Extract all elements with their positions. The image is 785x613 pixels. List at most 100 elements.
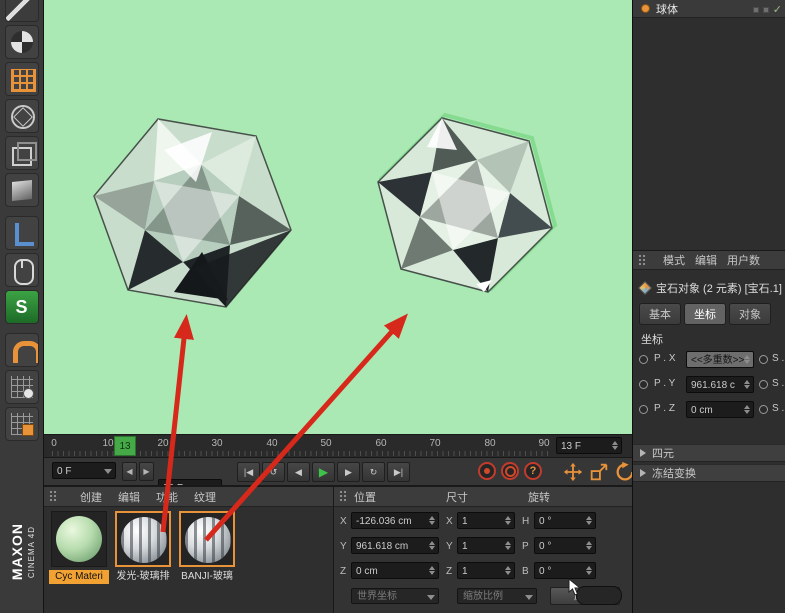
end-frame-field[interactable]: 90 F bbox=[158, 479, 222, 485]
timeline-ruler[interactable]: 0 10 20 30 40 50 60 70 80 90 13 13 F bbox=[44, 434, 632, 458]
spline-pen-icon[interactable] bbox=[4, 0, 39, 22]
spinner[interactable] bbox=[743, 402, 752, 417]
visibility-dot-icon[interactable] bbox=[762, 6, 769, 13]
timeline-playhead[interactable]: 13 bbox=[114, 436, 136, 456]
material-thumbnail[interactable] bbox=[51, 511, 107, 567]
spinner[interactable] bbox=[428, 513, 437, 528]
material-menu-texture[interactable]: 纹理 bbox=[194, 489, 216, 505]
world-coords-dropdown[interactable]: 世界坐标 bbox=[351, 588, 439, 604]
mouse-icon[interactable] bbox=[4, 253, 39, 287]
panel-grip-icon[interactable] bbox=[339, 490, 348, 503]
object-layer-dot-icon[interactable] bbox=[641, 4, 650, 13]
range-step-forward-button[interactable]: ▶ bbox=[139, 462, 154, 481]
material-thumbnail[interactable] bbox=[179, 511, 235, 567]
material-name[interactable]: BANJI-玻璃 bbox=[177, 570, 237, 584]
key-circle-icon[interactable] bbox=[759, 355, 768, 364]
pos-y-field[interactable]: 961.618 cm bbox=[351, 537, 439, 554]
object-row-sphere[interactable]: 球体 ✓ bbox=[633, 0, 785, 18]
spinner[interactable] bbox=[504, 563, 513, 578]
checker-sphere-icon[interactable] bbox=[4, 25, 39, 59]
attr-menu-edit[interactable]: 编辑 bbox=[695, 252, 717, 268]
visibility-dot-icon[interactable] bbox=[752, 6, 759, 13]
play-button[interactable]: ▶ bbox=[312, 462, 335, 482]
size-z-field[interactable]: 1 bbox=[457, 562, 515, 579]
material-name[interactable]: 发光-玻璃排 bbox=[113, 570, 173, 584]
scale-mode-dropdown[interactable]: 缩放比例 bbox=[457, 588, 537, 604]
range-step-back-button[interactable]: ◀ bbox=[122, 462, 137, 481]
gem-left[interactable] bbox=[93, 118, 292, 308]
material-name[interactable]: Cyc Materi bbox=[49, 570, 109, 584]
goto-end-button[interactable]: ▶| bbox=[387, 462, 410, 482]
rot-b-field[interactable]: 0 ° bbox=[534, 562, 596, 579]
material-item[interactable]: 发光-玻璃排 bbox=[113, 511, 173, 584]
tab-object[interactable]: 对象 bbox=[729, 303, 771, 325]
move-tool-icon[interactable] bbox=[562, 461, 584, 483]
help-button[interactable]: ? bbox=[524, 462, 542, 480]
grid-snap-icon[interactable] bbox=[4, 407, 39, 441]
spinner[interactable] bbox=[428, 538, 437, 553]
key-circle-icon[interactable] bbox=[639, 355, 648, 364]
scale-tool-icon[interactable] bbox=[588, 461, 610, 483]
material-menu-function[interactable]: 功能 bbox=[156, 489, 178, 505]
rot-h-field[interactable]: 0 ° bbox=[534, 512, 596, 529]
key-circle-icon[interactable] bbox=[759, 405, 768, 414]
cube-outline-icon[interactable] bbox=[4, 136, 39, 170]
pz-field[interactable]: 0 cm bbox=[686, 401, 754, 418]
spinner[interactable] bbox=[585, 538, 594, 553]
spinner[interactable] bbox=[743, 377, 752, 392]
goto-start-button[interactable]: |◀ bbox=[237, 462, 260, 482]
tab-coordinates[interactable]: 坐标 bbox=[684, 303, 726, 325]
object-name[interactable]: 球体 bbox=[656, 1, 678, 17]
current-frame-field[interactable]: 13 F bbox=[556, 437, 622, 454]
key-circle-icon[interactable] bbox=[639, 405, 648, 414]
spinner[interactable] bbox=[585, 513, 594, 528]
key-circle-icon[interactable] bbox=[759, 380, 768, 389]
size-y-field[interactable]: 1 bbox=[457, 537, 515, 554]
material-item[interactable]: BANJI-玻璃 bbox=[177, 511, 237, 584]
material-menu-edit[interactable]: 编辑 bbox=[118, 489, 140, 505]
pos-x-field[interactable]: -126.036 cm bbox=[351, 512, 439, 529]
prev-frame-button[interactable]: ◀ bbox=[287, 462, 310, 482]
spinner[interactable] bbox=[585, 563, 594, 578]
start-frame-field[interactable]: 0 F bbox=[52, 462, 116, 479]
material-thumbnail[interactable] bbox=[115, 511, 171, 567]
viewport-3d[interactable] bbox=[44, 0, 632, 434]
material-menu-create[interactable]: 创建 bbox=[80, 489, 102, 505]
panel-grip-icon[interactable] bbox=[49, 490, 58, 503]
rot-p-field[interactable]: 0 ° bbox=[534, 537, 596, 554]
tab-basic[interactable]: 基本 bbox=[639, 303, 681, 325]
spinner[interactable] bbox=[504, 538, 513, 553]
orange-grid-icon[interactable] bbox=[4, 62, 39, 96]
rotation-header: 旋转 bbox=[528, 491, 550, 504]
material-item[interactable]: Cyc Materi bbox=[49, 511, 109, 584]
px-field[interactable]: <<多重数>> bbox=[686, 351, 754, 368]
frame-spinner[interactable] bbox=[611, 438, 620, 453]
magnet-icon[interactable] bbox=[4, 333, 39, 367]
size-x-field[interactable]: 1 bbox=[457, 512, 515, 529]
key-circle-icon[interactable] bbox=[639, 380, 648, 389]
spinner[interactable] bbox=[743, 352, 752, 367]
next-frame-button[interactable]: ▶ bbox=[337, 462, 360, 482]
spinner[interactable] bbox=[504, 513, 513, 528]
rotate-tool-icon[interactable] bbox=[614, 461, 632, 483]
gem-right[interactable] bbox=[377, 112, 558, 293]
group-quaternion[interactable]: 四元 bbox=[633, 444, 785, 462]
play-reverse-button[interactable]: ↺ bbox=[262, 462, 285, 482]
enable-check-icon[interactable]: ✓ bbox=[773, 3, 782, 16]
sx-label: S . bbox=[772, 353, 785, 364]
py-field[interactable]: 961.618 c bbox=[686, 376, 754, 393]
grid-lock-icon[interactable] bbox=[4, 370, 39, 404]
attr-menu-user[interactable]: 用户数 bbox=[727, 252, 760, 268]
sketch-s-icon[interactable]: S bbox=[4, 290, 39, 324]
record-keyframe-button[interactable] bbox=[478, 462, 496, 480]
axis-corner-icon[interactable] bbox=[4, 216, 39, 250]
attr-menu-mode[interactable]: 模式 bbox=[663, 252, 685, 268]
spinner[interactable] bbox=[428, 563, 437, 578]
group-freeze-transform[interactable]: 冻结变换 bbox=[633, 464, 785, 482]
autokey-button[interactable] bbox=[501, 462, 519, 480]
cube-solid-icon[interactable] bbox=[4, 173, 39, 207]
panel-grip-icon[interactable] bbox=[638, 253, 647, 267]
loop-button[interactable]: ↻ bbox=[362, 462, 385, 482]
geosphere-icon[interactable] bbox=[4, 99, 39, 133]
pos-z-field[interactable]: 0 cm bbox=[351, 562, 439, 579]
